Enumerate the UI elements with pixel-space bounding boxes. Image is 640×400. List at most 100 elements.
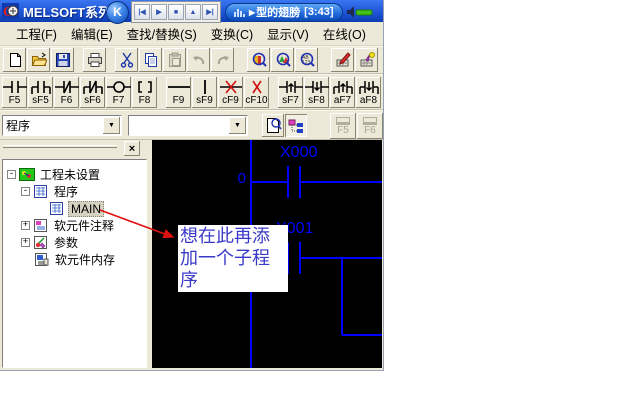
vertical-line-button[interactable]: sF9 — [192, 77, 217, 108]
tree-label-project[interactable]: 工程未设置 — [38, 166, 102, 183]
delete-horizontal-line-button[interactable]: cF9 — [218, 77, 243, 108]
search-text-icon: AB 123 — [299, 52, 315, 68]
tree-item-device-comment[interactable]: + 软元件注释 — [3, 217, 146, 234]
volume-control[interactable] — [346, 5, 374, 19]
new-project-button[interactable] — [3, 48, 26, 72]
open-project-button[interactable] — [27, 48, 50, 72]
player-play-button[interactable]: ▶ — [151, 4, 167, 20]
coil-button[interactable]: F7 — [106, 77, 131, 108]
tree-item-parameter[interactable]: + 参数 — [3, 234, 146, 251]
menu-edit[interactable]: 编辑(E) — [64, 22, 120, 45]
delete-vertical-line-button[interactable]: cF10 — [244, 77, 269, 108]
comment-display-button[interactable] — [262, 114, 284, 137]
clipboard-icon — [167, 52, 183, 68]
disabled-key-glyph — [336, 117, 350, 125]
player-previous-button[interactable]: |◀ — [134, 4, 150, 20]
delete-horizontal-line-icon — [219, 79, 243, 95]
annotation-callout: 想在此再添加一个子程序 — [178, 225, 288, 292]
parallel-falling-pulse-button[interactable]: aF8 — [356, 77, 381, 108]
new-document-icon — [7, 52, 23, 68]
key-label: cF10 — [245, 96, 267, 106]
marquee-arrow-icon: ▶ — [249, 8, 255, 17]
menu-find-replace[interactable]: 查找/替换(S) — [120, 22, 204, 45]
menu-convert[interactable]: 变换(C) — [204, 22, 260, 45]
contact-x000-label: X000 — [280, 144, 317, 162]
player-stop-button[interactable]: ■ — [168, 4, 184, 20]
save-project-button[interactable] — [51, 48, 74, 72]
expand-icon[interactable]: + — [21, 238, 30, 247]
program-type-combobox[interactable]: 程序 ▼ — [2, 115, 122, 136]
player-eject-button[interactable]: ▲ — [185, 4, 201, 20]
application-instruction-button[interactable]: F8 — [132, 77, 157, 108]
project-tree-toggle-button[interactable] — [285, 114, 307, 137]
undo-button-disabled — [187, 48, 210, 72]
ladder-program-icon — [49, 202, 65, 215]
ladder-edit-mode-button[interactable] — [331, 48, 354, 72]
tree-label-device-comment[interactable]: 软元件注释 — [52, 217, 116, 234]
tree-label-program[interactable]: 程序 — [52, 183, 80, 200]
menubar: 工程(F) 编辑(E) 查找/替换(S) 变换(C) 显示(V) 在线(O) 诊 — [0, 22, 383, 46]
key-label: F6 — [61, 96, 73, 106]
monitor-test-button[interactable] — [355, 48, 378, 72]
collapse-icon[interactable]: - — [7, 170, 16, 179]
closed-contact-icon — [55, 79, 79, 95]
panel-grab-bar[interactable] — [3, 145, 117, 148]
print-button[interactable] — [83, 48, 106, 72]
song-title: 型的翅膀 — [256, 4, 300, 20]
now-playing-pill[interactable]: ▶ 型的翅膀 [3:43] — [225, 3, 343, 22]
find-string-button[interactable]: AB 123 — [295, 48, 318, 72]
open-contact-button[interactable]: F5 — [2, 77, 27, 108]
menu-diagnostics-partial[interactable]: 诊 — [381, 22, 384, 45]
program-name-combobox[interactable]: ▼ — [128, 115, 248, 136]
falling-pulse-icon — [305, 79, 329, 95]
find-button[interactable] — [247, 48, 270, 72]
kugou-player-button[interactable]: K — [106, 1, 129, 24]
delete-vertical-line-icon — [245, 79, 269, 95]
gx-developer-app-icon: G — [2, 3, 19, 19]
falling-pulse-contact-button[interactable]: sF8 — [304, 77, 329, 108]
player-next-button[interactable]: ▶| — [202, 4, 218, 20]
expand-icon[interactable]: + — [21, 221, 30, 230]
tree-item-program-folder[interactable]: - 程序 — [3, 183, 146, 200]
main-area: × - 工程未设置 - — [0, 140, 383, 368]
closed-contact-button[interactable]: F6 — [54, 77, 79, 108]
horizontal-line-button[interactable]: F9 — [166, 77, 191, 108]
fkey-f6-button-disabled: F6 — [357, 113, 383, 139]
floppy-disk-icon — [55, 52, 71, 68]
parallel-rising-pulse-icon — [331, 79, 355, 95]
tree-label-device-memory[interactable]: 软元件内存 — [53, 251, 117, 268]
find-device-button[interactable] — [271, 48, 294, 72]
cut-button[interactable] — [115, 48, 138, 72]
menu-online[interactable]: 在线(O) — [316, 22, 373, 45]
parallel-falling-pulse-icon — [357, 79, 381, 95]
chevron-down-icon[interactable]: ▼ — [103, 117, 120, 134]
panel-close-button[interactable]: × — [124, 141, 140, 156]
scissors-icon — [119, 52, 135, 68]
instruction-brackets-icon — [133, 79, 157, 95]
parallel-rising-pulse-button[interactable]: aF7 — [330, 77, 355, 108]
rising-pulse-contact-button[interactable]: sF7 — [278, 77, 303, 108]
fkey-f5-button-disabled: F5 — [330, 113, 356, 139]
key-label: F8 — [139, 96, 151, 106]
menu-view[interactable]: 显示(V) — [260, 22, 316, 45]
parallel-closed-contact-button[interactable]: sF6 — [80, 77, 105, 108]
device-memory-icon — [34, 253, 50, 266]
tree-label-parameter[interactable]: 参数 — [52, 234, 80, 251]
tree-item-main[interactable]: MAIN — [3, 200, 146, 217]
tree-item-device-memory[interactable]: 软元件内存 — [3, 251, 146, 268]
copy-button[interactable] — [139, 48, 162, 72]
key-label: cF9 — [222, 96, 239, 106]
program-type-value: 程序 — [3, 117, 102, 134]
menu-project[interactable]: 工程(F) — [9, 22, 64, 45]
parallel-open-contact-button[interactable]: sF5 — [28, 77, 53, 108]
project-tree-panel: × - 工程未设置 - — [0, 140, 151, 368]
ladder-editor-canvas[interactable]: 0 X000 X001 想在此再添加一个子程序 — [152, 140, 382, 368]
tree-item-project-root[interactable]: - 工程未设置 — [3, 166, 146, 183]
project-icon — [19, 168, 35, 181]
chevron-down-icon[interactable]: ▼ — [229, 117, 246, 134]
open-folder-icon — [31, 52, 47, 68]
tree-label-main[interactable]: MAIN — [68, 201, 104, 217]
key-label: F7 — [113, 96, 125, 106]
titlebar[interactable]: G MELSOFT系列 G K |◀ ▶ ■ ▲ ▶| — [0, 0, 383, 22]
collapse-icon[interactable]: - — [21, 187, 30, 196]
